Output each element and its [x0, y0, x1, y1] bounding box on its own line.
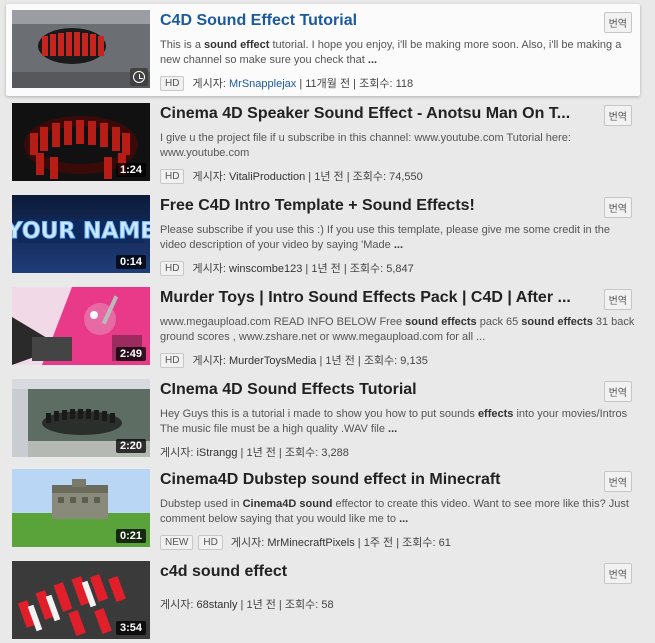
- video-description: www.megaupload.com READ INFO BELOW Free …: [160, 316, 635, 343]
- hd-badge: HD: [160, 353, 185, 368]
- author-link[interactable]: MrSnapplejax: [229, 78, 296, 90]
- video-duration: 0:21: [115, 529, 146, 543]
- video-thumbnail[interactable]: YOUR NAME 0:14: [12, 195, 150, 273]
- video-description: I give u the project file if u subscribe…: [160, 132, 571, 159]
- video-result-item[interactable]: 2:20 CInema 4D Sound Effects Tutorial He…: [6, 373, 640, 465]
- watch-later-icon[interactable]: [130, 68, 148, 86]
- view-count: 5,847: [386, 263, 414, 275]
- hd-badge: HD: [160, 261, 185, 276]
- view-count: 118: [395, 78, 414, 90]
- video-thumbnail[interactable]: 2:49: [12, 287, 150, 365]
- translate-button[interactable]: 번역: [603, 289, 632, 310]
- video-result-item[interactable]: 2:49 Murder Toys | Intro Sound Effects P…: [6, 281, 640, 373]
- video-meta: HD 게시자: MurderToysMedia | 1년 전 | 조회수: 9,…: [160, 352, 428, 368]
- hd-badge: HD: [198, 535, 223, 550]
- video-meta: HD 게시자: winscombe123 | 1년 전 | 조회수: 5,847: [160, 260, 414, 276]
- video-title-link[interactable]: c4d sound effect: [160, 563, 580, 581]
- upload-age: 1년 전: [246, 447, 276, 459]
- new-badge: NEW: [160, 535, 194, 550]
- video-thumbnail[interactable]: 3:54: [12, 561, 150, 639]
- video-description: This is a sound effect tutorial. I hope …: [160, 39, 622, 66]
- author-link[interactable]: iStrangg: [196, 447, 237, 459]
- translate-button[interactable]: 번역: [603, 12, 632, 33]
- video-result-item[interactable]: 0:21 Cinema4D Dubstep sound effect in Mi…: [6, 463, 640, 555]
- video-description: Dubstep used in Cinema4D sound effector …: [160, 498, 629, 525]
- upload-age: 11개월 전: [305, 78, 351, 90]
- translate-button[interactable]: 번역: [603, 197, 632, 218]
- video-duration: 3:54: [115, 621, 146, 635]
- video-meta: HD 게시자: VitaliProduction | 1년 전 | 조회수: 7…: [160, 168, 423, 184]
- author-link[interactable]: VitaliProduction: [229, 171, 305, 183]
- video-meta: 게시자: 68stanly | 1년 전 | 조회수: 58: [160, 599, 334, 611]
- video-meta: HD 게시자: MrSnapplejax | 11개월 전 | 조회수: 118: [160, 75, 413, 91]
- translate-button[interactable]: 번역: [603, 563, 632, 584]
- video-title-link[interactable]: Cinema4D Dubstep sound effect in Minecra…: [160, 471, 580, 489]
- video-result-item[interactable]: 3:54 c4d sound effect 게시자: 68stanly | 1년…: [6, 555, 640, 643]
- video-result-item[interactable]: YOUR NAME 0:14 Free C4D Intro Template +…: [6, 189, 640, 281]
- hd-badge: HD: [160, 76, 185, 91]
- view-count: 9,135: [400, 355, 428, 367]
- author-link[interactable]: winscombe123: [229, 263, 302, 275]
- author-link[interactable]: MurderToysMedia: [229, 355, 316, 367]
- view-count: 3,288: [321, 447, 349, 459]
- video-thumbnail[interactable]: 2:20: [12, 379, 150, 457]
- upload-age: 1년 전: [311, 263, 341, 275]
- translate-button[interactable]: 번역: [603, 105, 632, 126]
- video-thumbnail[interactable]: 0:21: [12, 469, 150, 547]
- view-count: 74,550: [389, 171, 423, 183]
- translate-button[interactable]: 번역: [603, 381, 632, 402]
- upload-age: 1년 전: [246, 599, 276, 611]
- search-results-list: C4D Sound Effect Tutorial This is a soun…: [0, 0, 655, 643]
- video-thumbnail[interactable]: [12, 10, 150, 88]
- svg-text:YOUR NAME: YOUR NAME: [12, 219, 150, 244]
- hd-badge: HD: [160, 169, 185, 184]
- author-link[interactable]: 68stanly: [196, 599, 237, 611]
- video-title-link[interactable]: C4D Sound Effect Tutorial: [160, 12, 580, 30]
- video-meta: NEW HD 게시자: MrMinecraftPixels | 1주 전 | 조회…: [160, 534, 451, 550]
- video-title-link[interactable]: Cinema 4D Speaker Sound Effect - Anotsu …: [160, 105, 580, 123]
- view-count: 58: [321, 599, 334, 611]
- video-title-link[interactable]: Free C4D Intro Template + Sound Effects!: [160, 197, 580, 215]
- video-duration: 2:20: [115, 439, 146, 453]
- upload-age: 1주 전: [363, 537, 394, 549]
- translate-button[interactable]: 번역: [603, 471, 632, 492]
- video-result-item[interactable]: C4D Sound Effect Tutorial This is a soun…: [6, 4, 640, 96]
- video-duration: 0:14: [115, 255, 146, 269]
- video-duration: 2:49: [115, 347, 146, 361]
- video-meta: 게시자: iStrangg | 1년 전 | 조회수: 3,288: [160, 447, 349, 459]
- view-count: 61: [438, 537, 451, 549]
- video-title-link[interactable]: Murder Toys | Intro Sound Effects Pack |…: [160, 289, 580, 307]
- video-thumbnail[interactable]: 1:24: [12, 103, 150, 181]
- video-duration: 1:24: [115, 163, 146, 177]
- upload-age: 1년 전: [325, 355, 355, 367]
- video-title-link[interactable]: CInema 4D Sound Effects Tutorial: [160, 381, 580, 399]
- video-description: Hey Guys this is a tutorial i made to sh…: [160, 408, 628, 435]
- video-result-item[interactable]: 1:24 Cinema 4D Speaker Sound Effect - An…: [6, 97, 640, 189]
- author-link[interactable]: MrMinecraftPixels: [267, 537, 354, 549]
- upload-age: 1년 전: [314, 171, 344, 183]
- video-description: Please subscribe if you use this :) If y…: [160, 224, 611, 251]
